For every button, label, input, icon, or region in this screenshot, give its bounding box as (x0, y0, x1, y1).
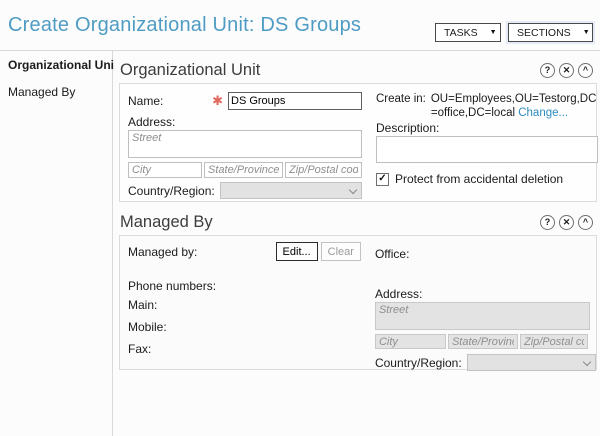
collapse-section-icon[interactable]: ^ (578, 63, 593, 78)
city-input-disabled (375, 334, 446, 349)
section-header-organizational-unit: Organizational Unit ? ✕ ^ (120, 59, 593, 81)
fax-label: Fax: (128, 342, 361, 356)
country-region-dropdown[interactable] (220, 182, 362, 199)
name-row: Name: ✱ (128, 92, 362, 110)
create-in-dn: OU=Employees,OU=Testorg,DC=office,DC=loc… (431, 93, 597, 119)
clear-button: Clear (321, 242, 361, 261)
sections-menu-button[interactable]: SECTIONS ▼ (508, 23, 593, 42)
help-icon[interactable]: ? (540, 63, 555, 78)
zip-postal-input[interactable] (285, 162, 362, 178)
mobile-phone-label: Mobile: (128, 320, 361, 334)
chevron-down-icon (349, 186, 357, 194)
main-phone-label: Main: (128, 298, 361, 312)
protect-deletion-checkbox[interactable]: ✓ (376, 173, 389, 186)
street-textarea-disabled (375, 302, 590, 330)
create-in-row: Create in: OU=Employees,OU=Testorg,DC=of… (376, 92, 598, 120)
country-region-label: Country/Region: (375, 356, 462, 370)
description-textarea[interactable] (376, 136, 598, 163)
organizational-unit-panel: Name: ✱ Address: Country/Region: Create … (119, 83, 597, 202)
form-content: Organizational Unit ? ✕ ^ Name: ✱ Addres… (114, 51, 600, 436)
collapse-section-icon[interactable]: ^ (578, 215, 593, 230)
country-region-row: Country/Region: (128, 182, 362, 199)
managed-by-right-column: Office: Address: Country/Region: (375, 236, 596, 369)
chevron-down-icon (583, 358, 591, 366)
protect-checkbox-row: ✓ Protect from accidental deletion (376, 172, 598, 186)
zip-postal-input-disabled (520, 334, 588, 349)
state-province-input[interactable] (204, 162, 283, 178)
city-state-zip-row (128, 162, 362, 178)
section-nav-sidebar: Organizational Unit Managed By (0, 51, 113, 436)
address-label: Address: (128, 115, 362, 129)
window-header: Create Organizational Unit: DS Groups TA… (0, 0, 600, 51)
create-in-label: Create in: (376, 92, 426, 120)
dropdown-arrow-icon: ▼ (490, 29, 497, 36)
street-textarea[interactable] (128, 130, 362, 158)
phone-numbers-label: Phone numbers: (128, 279, 361, 293)
sections-button-label: SECTIONS (517, 27, 571, 39)
city-input[interactable] (128, 162, 202, 178)
protect-deletion-label: Protect from accidental deletion (395, 172, 563, 186)
ou-right-column: Create in: OU=Employees,OU=Testorg,DC=of… (376, 84, 598, 201)
name-input[interactable] (228, 92, 362, 110)
page-title: Create Organizational Unit: DS Groups (8, 14, 361, 37)
country-region-dropdown-disabled (467, 354, 596, 371)
required-asterisk-icon: ✱ (212, 93, 223, 109)
country-region-label: Country/Region: (128, 184, 215, 198)
help-icon[interactable]: ? (540, 215, 555, 230)
managed-by-left-column: Managed by: Edit... Clear Phone numbers:… (128, 236, 361, 369)
managed-by-panel: Managed by: Edit... Clear Phone numbers:… (119, 235, 597, 370)
edit-button[interactable]: Edit... (276, 242, 318, 261)
managed-by-row: Managed by: Edit... Clear (128, 242, 361, 261)
name-label: Name: (128, 94, 212, 108)
tasks-menu-button[interactable]: TASKS ▼ (435, 23, 501, 42)
create-in-path: OU=Employees,OU=Testorg,DC=office,DC=loc… (431, 92, 598, 120)
sidebar-item-organizational-unit[interactable]: Organizational Unit (0, 51, 112, 78)
city-state-zip-row-disabled (375, 334, 596, 349)
section-title: Organizational Unit (120, 61, 536, 80)
section-header-managed-by: Managed By ? ✕ ^ (120, 211, 593, 233)
dropdown-arrow-icon: ▼ (583, 29, 590, 36)
description-label: Description: (376, 121, 598, 135)
tasks-button-label: TASKS (444, 27, 478, 39)
state-province-input-disabled (448, 334, 518, 349)
remove-section-icon[interactable]: ✕ (559, 63, 574, 78)
create-ou-window: { "window": { "title": "Create Organizat… (0, 0, 600, 436)
country-region-row-disabled: Country/Region: (375, 354, 596, 371)
change-link[interactable]: Change... (518, 107, 568, 119)
managed-by-label: Managed by: (128, 245, 276, 259)
section-title: Managed By (120, 213, 536, 232)
address-label: Address: (375, 287, 596, 301)
office-label: Office: (375, 247, 596, 261)
ou-left-column: Name: ✱ Address: Country/Region: (128, 84, 362, 201)
remove-section-icon[interactable]: ✕ (559, 215, 574, 230)
sidebar-item-managed-by[interactable]: Managed By (0, 78, 112, 105)
